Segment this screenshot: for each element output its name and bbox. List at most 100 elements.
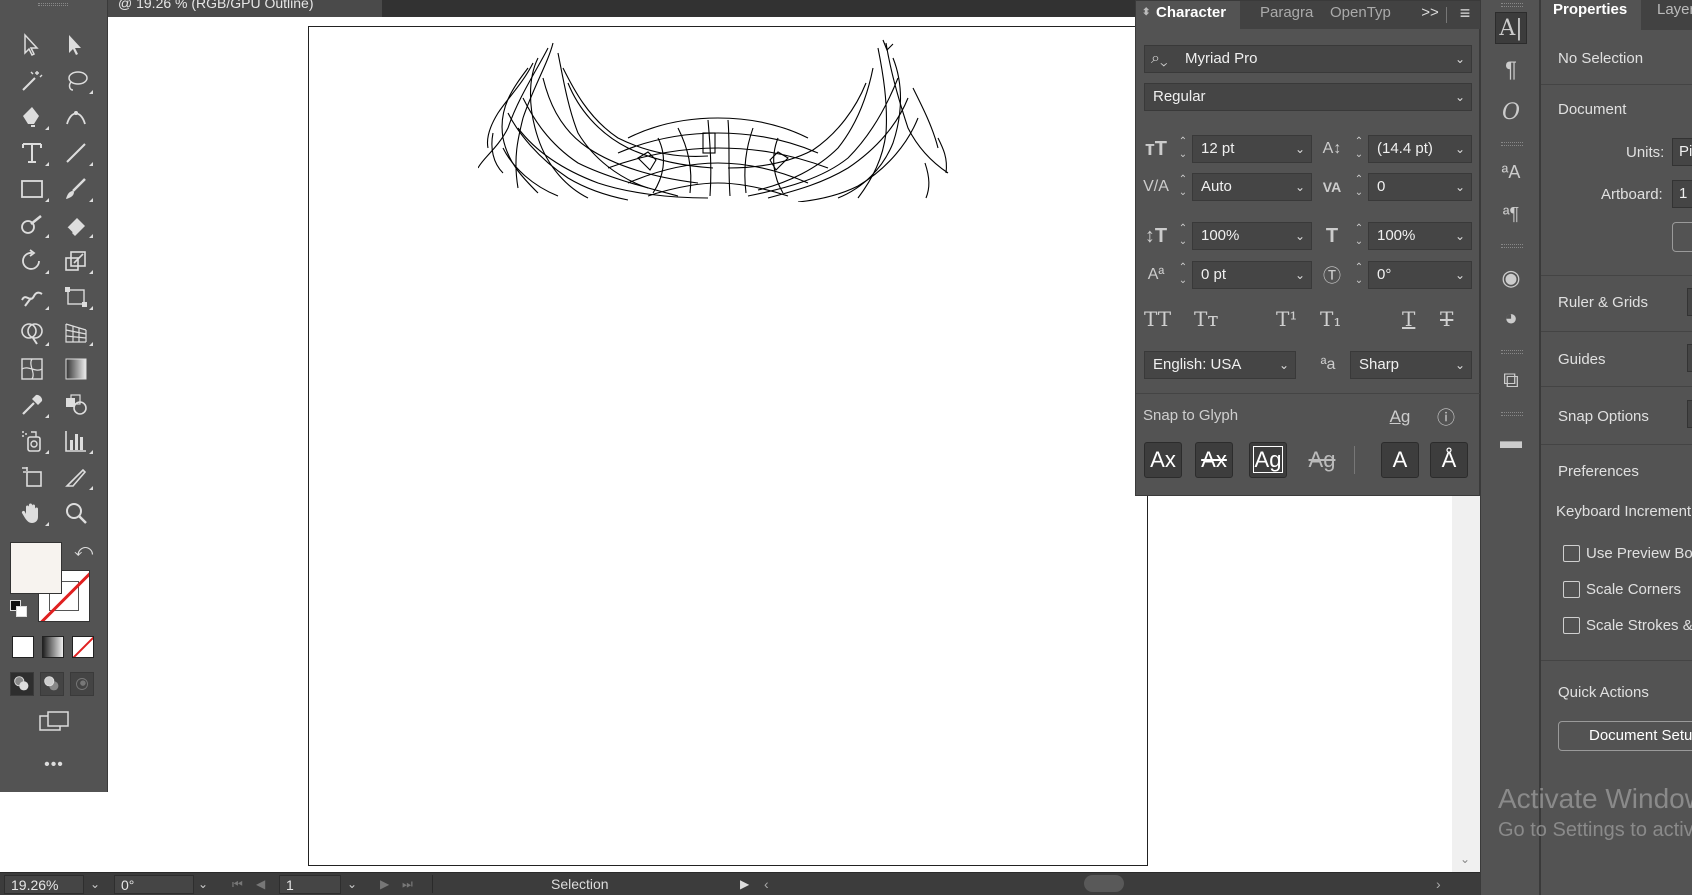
curvature-tool[interactable] [56, 100, 96, 134]
zoom-dropdown-icon[interactable]: ⌄ [86, 875, 104, 894]
default-fill-stroke-icon[interactable] [10, 600, 30, 620]
zoom-tool[interactable] [56, 496, 96, 530]
slice-tool[interactable] [56, 460, 96, 494]
dock-grip[interactable] [1501, 3, 1523, 7]
artboard-dropdown-icon[interactable]: ⌄ [343, 875, 361, 894]
transparency-icon[interactable]: ◕ [1495, 302, 1527, 334]
panel-menu-icon[interactable]: ≡ [1452, 1, 1478, 29]
hand-tool[interactable] [12, 496, 52, 530]
shaper-tool[interactable] [12, 208, 52, 242]
artboard-select[interactable]: 1 [1672, 180, 1692, 208]
baseline-shift-stepper[interactable]: ⌃ ⌄ [1176, 261, 1190, 289]
kerning-field[interactable]: Auto ⌄ [1192, 173, 1312, 201]
scroll-left-icon[interactable]: ‹ [764, 875, 769, 894]
pen-tool[interactable] [12, 100, 52, 134]
draw-behind-button[interactable] [40, 672, 64, 696]
all-caps-button[interactable]: TT [1144, 307, 1171, 335]
chevron-down-icon[interactable]: ⌄ [1455, 84, 1465, 110]
lasso-tool[interactable] [56, 64, 96, 98]
snap-x-height-button[interactable]: Ax [1195, 442, 1233, 478]
tab-character[interactable]: ⬍ Character [1136, 1, 1240, 29]
character-panel-icon[interactable]: A| [1495, 12, 1527, 44]
artboard-tool[interactable] [12, 460, 52, 494]
underline-button[interactable]: T [1402, 307, 1415, 335]
horizontal-scale-stepper[interactable]: ⌃ ⌄ [1352, 222, 1366, 250]
line-art-illustration[interactable] [478, 38, 956, 202]
anti-aliasing-select[interactable]: Sharp ⌄ [1350, 351, 1472, 379]
font-size-stepper[interactable]: ⌃ ⌄ [1176, 135, 1190, 163]
strikethrough-button[interactable]: T [1440, 307, 1453, 335]
character-styles-icon[interactable]: ªA [1495, 156, 1527, 188]
rotate-view-field[interactable]: 0° [114, 875, 194, 894]
swap-fill-stroke-icon[interactable]: ⤺ [74, 540, 93, 561]
gradient-tool[interactable] [56, 352, 96, 386]
tracking-stepper[interactable]: ⌃ ⌄ [1352, 173, 1366, 201]
leading-field[interactable]: (14.4 pt) ⌄ [1368, 135, 1472, 163]
blend-tool[interactable] [56, 388, 96, 422]
previous-artboard-icon[interactable]: ◀ [256, 875, 265, 894]
draw-normal-button[interactable] [10, 672, 34, 696]
scale-corners-checkbox[interactable] [1563, 581, 1580, 598]
units-select[interactable]: Pixels [1672, 138, 1692, 166]
edit-toolbar-button[interactable]: ••• [0, 756, 108, 774]
status-menu-icon[interactable]: ▶ [740, 875, 749, 894]
scroll-right-icon[interactable]: › [1436, 875, 1441, 894]
type-tool[interactable] [12, 136, 52, 170]
superscript-button[interactable]: T¹ [1276, 307, 1297, 335]
kerning-stepper[interactable]: ⌃ ⌄ [1176, 173, 1190, 201]
change-screen-mode-button[interactable] [36, 708, 72, 736]
color-mode-button[interactable] [12, 636, 34, 658]
use-preview-bounds-checkbox[interactable] [1563, 545, 1580, 562]
gradient-mode-button[interactable] [42, 636, 64, 658]
perspective-grid-tool[interactable] [56, 316, 96, 350]
tab-layers[interactable]: Layers [1645, 0, 1692, 30]
tracking-field[interactable]: 0 ⌄ [1368, 173, 1472, 201]
document-tab[interactable]: @ 19.26 % (RGB/GPU Outline) [108, 0, 382, 17]
rectangle-tool[interactable] [12, 172, 52, 206]
paintbrush-tool[interactable] [56, 172, 96, 206]
appearance-icon[interactable]: ◉ [1495, 262, 1527, 294]
snap-angular-guides-button[interactable]: A [1381, 442, 1419, 478]
snap-anchor-point-button[interactable]: Å [1430, 442, 1468, 478]
paragraph-styles-icon[interactable]: ª¶ [1495, 198, 1527, 230]
snap-proximity-guides-button[interactable]: Ag [1303, 442, 1341, 478]
artboards-icon[interactable]: ⧉ [1495, 364, 1527, 396]
fill-color-swatch[interactable] [10, 542, 62, 594]
horizontal-scroll-thumb[interactable] [1084, 875, 1124, 892]
zoom-level-field[interactable]: 19.26% [4, 875, 84, 894]
glyph-guides-icon[interactable]: Ag [1386, 403, 1414, 431]
font-size-field[interactable]: 12 pt ⌄ [1192, 135, 1312, 163]
warp-tool[interactable] [12, 280, 52, 314]
panel-grip[interactable] [38, 3, 68, 6]
font-family-field[interactable]: ⌕⌄ Myriad Pro ⌄ [1144, 45, 1472, 73]
comments-icon[interactable]: ▬ [1495, 425, 1527, 457]
chevron-down-icon[interactable]: ⌄ [1455, 46, 1465, 72]
next-artboard-icon[interactable]: ▶ [380, 875, 389, 894]
symbol-sprayer-tool[interactable] [12, 424, 52, 458]
scroll-down-icon[interactable]: ⌄ [1460, 852, 1470, 866]
selection-tool[interactable] [12, 28, 52, 62]
small-caps-button[interactable]: Tᴛ [1194, 307, 1218, 335]
vertical-scale-stepper[interactable]: ⌃ ⌄ [1176, 222, 1190, 250]
snap-glyph-bounds-button[interactable]: Ag [1249, 442, 1287, 478]
rotate-tool[interactable] [12, 244, 52, 278]
eyedropper-tool[interactable] [12, 388, 52, 422]
tab-opentype[interactable]: OpenTyp [1324, 1, 1396, 29]
scale-tool[interactable] [56, 244, 96, 278]
free-transform-tool[interactable] [56, 280, 96, 314]
tab-paragraph[interactable]: Paragrap [1254, 1, 1314, 29]
info-icon[interactable]: ⓘ [1432, 403, 1460, 431]
draw-inside-button[interactable] [70, 672, 94, 696]
character-rotation-stepper[interactable]: ⌃ ⌄ [1352, 261, 1366, 289]
font-style-field[interactable]: Regular ⌄ [1144, 83, 1472, 111]
line-segment-tool[interactable] [56, 136, 96, 170]
character-rotation-field[interactable]: 0° ⌄ [1368, 261, 1472, 289]
ruler-toggle-button[interactable] [1687, 288, 1692, 316]
document-setup-button[interactable]: Document Setup [1558, 721, 1692, 751]
none-mode-button[interactable] [72, 636, 94, 658]
first-artboard-icon[interactable]: ⏮ [232, 875, 243, 894]
edit-artboards-button[interactable] [1672, 222, 1692, 252]
eraser-tool[interactable] [56, 208, 96, 242]
paragraph-panel-icon[interactable]: ¶ [1495, 54, 1527, 86]
language-select[interactable]: English: USA ⌄ [1144, 351, 1296, 379]
